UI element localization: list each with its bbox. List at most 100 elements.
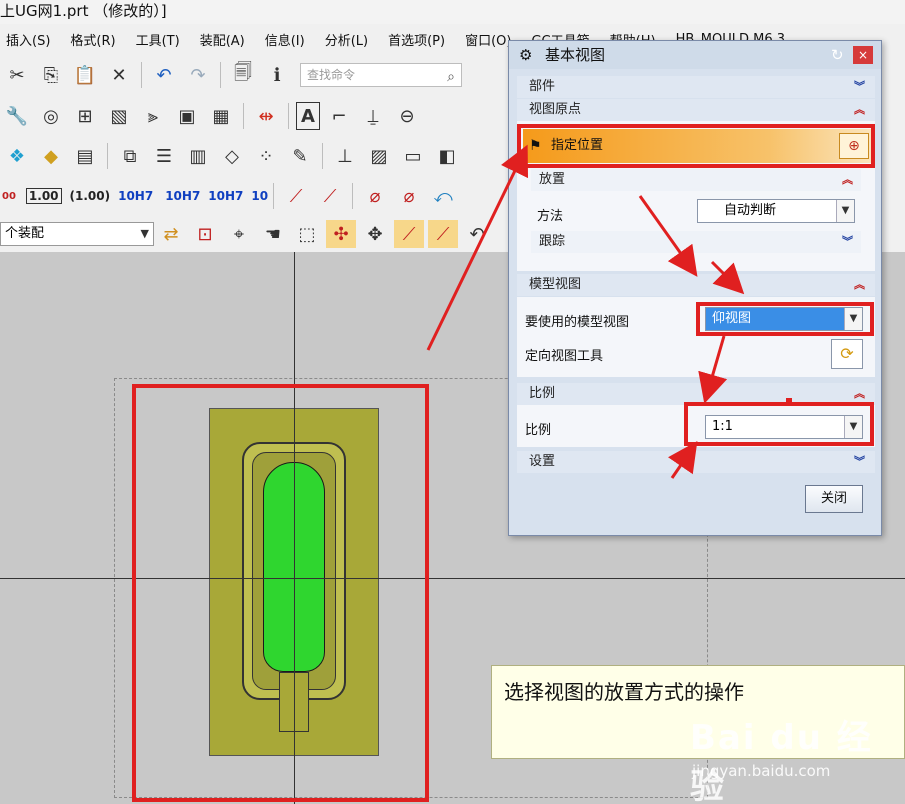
arc-icon[interactable]: ↶ xyxy=(462,220,492,248)
border-icon[interactable]: ▭ xyxy=(398,142,428,170)
orient-view-tool-icon[interactable]: ⟳ xyxy=(831,339,863,369)
menu-info[interactable]: 信息(I) xyxy=(265,30,305,49)
cut-icon[interactable]: ✂ xyxy=(2,61,32,89)
line-icon[interactable]: ⟋ xyxy=(394,220,424,248)
menu-analysis[interactable]: 分析(L) xyxy=(325,30,368,49)
toolbar-separator xyxy=(107,143,108,169)
menu-insert[interactable]: 插入(S) xyxy=(6,30,50,49)
tolerance-reference[interactable]: (1.00) xyxy=(70,189,111,203)
box-select-icon[interactable]: ⬚ xyxy=(292,220,322,248)
dimension-icon[interactable]: ⇹ xyxy=(251,102,281,130)
chevron-down-icon: ︾ xyxy=(854,80,865,93)
subsection-tracking[interactable]: 跟踪 ︾ xyxy=(531,231,861,253)
menu-preferences[interactable]: 首选项(P) xyxy=(388,30,445,49)
detail-view-icon[interactable]: ▧ xyxy=(104,102,134,130)
search-placeholder: 查找命令 xyxy=(307,68,356,82)
subsection-placement[interactable]: 放置 ︽ xyxy=(531,169,861,191)
annotation-box-scale xyxy=(684,402,874,446)
line-alt-icon[interactable]: ⟋ xyxy=(428,220,458,248)
baidu-url: jingyan.baidu.com xyxy=(692,762,831,780)
diameter-alt-icon[interactable]: ⌀ xyxy=(394,182,424,210)
tolerance-box[interactable]: 1.00 xyxy=(25,188,62,204)
close-button[interactable]: 关闭 xyxy=(805,485,863,513)
filter-icon[interactable]: ⊡ xyxy=(190,220,220,248)
dialog-title: 基本视图 xyxy=(545,46,606,64)
copy-display-icon[interactable]: 🗐 xyxy=(228,61,258,89)
search-icon[interactable]: ⌕ xyxy=(447,66,455,88)
section-view-icon[interactable]: ⊞ xyxy=(70,102,100,130)
leader-icon[interactable]: ⌐ xyxy=(324,102,354,130)
chevron-down-icon: ▼ xyxy=(140,227,149,240)
projected-view-icon[interactable]: ❖ xyxy=(2,142,32,170)
drawing-sheet-icon[interactable]: ▣ xyxy=(172,102,202,130)
target-icon[interactable]: ◎ xyxy=(36,102,66,130)
assembly-filter-select[interactable]: 个装配 ▼ xyxy=(0,222,154,246)
toolbar-separator xyxy=(220,62,221,88)
wrench-icon[interactable]: 🔧 xyxy=(2,102,32,130)
scale-label: 比例 xyxy=(525,423,552,438)
callout-text: 选择视图的放置方式的操作 xyxy=(504,680,744,704)
drawing-view-icon[interactable]: ▤ xyxy=(70,142,100,170)
dialog-title-bar: ⚙ 基本视图 ↻ × xyxy=(509,41,881,69)
tolerance-bilateral[interactable]: 00 xyxy=(2,191,16,202)
tolerance-fit[interactable]: 10H7 xyxy=(118,189,153,203)
coordinate-icon[interactable]: ⊥ xyxy=(330,142,360,170)
hole-table-icon[interactable]: ⁘ xyxy=(251,142,281,170)
zoom-icon[interactable]: ⊖ xyxy=(392,102,422,130)
paste-icon[interactable]: 📋 xyxy=(70,61,100,89)
redo-icon[interactable]: ↷ xyxy=(183,61,213,89)
gear-icon[interactable]: ⚙ xyxy=(519,41,532,69)
surface-finish-icon[interactable]: ⟋ xyxy=(281,182,311,210)
hand-icon[interactable]: ☚ xyxy=(258,220,288,248)
section-model-view[interactable]: 模型视图 ︽ xyxy=(517,274,875,296)
toolbar-separator xyxy=(243,103,244,129)
datum-icon[interactable]: ⍊ xyxy=(358,102,388,130)
section-settings[interactable]: 设置 ︾ xyxy=(517,451,875,473)
copy-icon[interactable]: ⎘ xyxy=(36,61,66,89)
menu-window[interactable]: 窗口(O) xyxy=(465,30,511,49)
menu-tools[interactable]: 工具(T) xyxy=(136,30,180,49)
select-icon[interactable]: ⌖ xyxy=(224,220,254,248)
layer-icon[interactable]: ☰ xyxy=(149,142,179,170)
section-view-origin-label: 视图原点 xyxy=(529,102,582,117)
balloon-icon[interactable]: ◇ xyxy=(217,142,247,170)
tolerance-limits[interactable]: 10 xyxy=(251,189,268,203)
tolerance-fit-limits[interactable]: 10H7 xyxy=(165,189,200,203)
parts-list-icon[interactable]: ▥ xyxy=(183,142,213,170)
annotation-box-view xyxy=(132,384,429,802)
break-view-icon[interactable]: ⫸ xyxy=(138,102,168,130)
diameter-icon[interactable]: ⌀ xyxy=(360,182,390,210)
snap-point-icon[interactable]: ✣ xyxy=(326,220,356,248)
section-view-origin[interactable]: 视图原点 ︽ xyxy=(517,99,875,121)
reset-icon[interactable]: ↻ xyxy=(831,41,844,69)
delete-icon[interactable]: ✕ xyxy=(104,61,134,89)
method-value: 自动判断 xyxy=(724,203,777,218)
update-view-icon[interactable]: ⧉ xyxy=(115,142,145,170)
hatch-icon[interactable]: ▨ xyxy=(364,142,394,170)
weld-symbol-icon[interactable]: ⟋ xyxy=(315,182,345,210)
note-icon[interactable]: A xyxy=(296,102,320,130)
menu-assembly[interactable]: 装配(A) xyxy=(200,30,245,49)
table-icon[interactable]: ▦ xyxy=(206,102,236,130)
abc-icon[interactable]: ✎ xyxy=(285,142,315,170)
method-label: 方法 xyxy=(537,209,564,224)
chevron-up-icon: ︽ xyxy=(854,278,865,291)
info-window-icon[interactable]: ℹ xyxy=(262,61,292,89)
move-icon[interactable]: ✥ xyxy=(360,220,390,248)
command-search-input[interactable]: 查找命令 ⌕ xyxy=(300,63,462,87)
annotation-box-specify-location xyxy=(517,124,875,168)
toolbar-separator xyxy=(273,183,275,209)
area-fill-icon[interactable]: ◧ xyxy=(432,142,462,170)
method-select[interactable]: 自动判断 ▼ xyxy=(697,199,855,223)
base-view-dialog: ⚙ 基本视图 ↻ × 部件 ︾ 视图原点 ︽ ⚑ 指定位置 ⊕ 放置 ︽ 方法 … xyxy=(508,40,882,536)
toolbar-separator xyxy=(352,183,354,209)
section-part[interactable]: 部件 ︾ xyxy=(517,76,875,98)
chevron-down-icon: ︾ xyxy=(854,455,865,468)
base-view-icon[interactable]: ◆ xyxy=(36,142,66,170)
snap-icon[interactable]: ⇄ xyxy=(156,220,186,248)
menu-format[interactable]: 格式(R) xyxy=(70,30,115,49)
tolerance-fit-values[interactable]: 10H7 xyxy=(208,189,243,203)
return-arrow-icon[interactable]: ⤺ xyxy=(428,182,458,210)
close-icon[interactable]: × xyxy=(853,46,873,64)
undo-icon[interactable]: ↶ xyxy=(149,61,179,89)
